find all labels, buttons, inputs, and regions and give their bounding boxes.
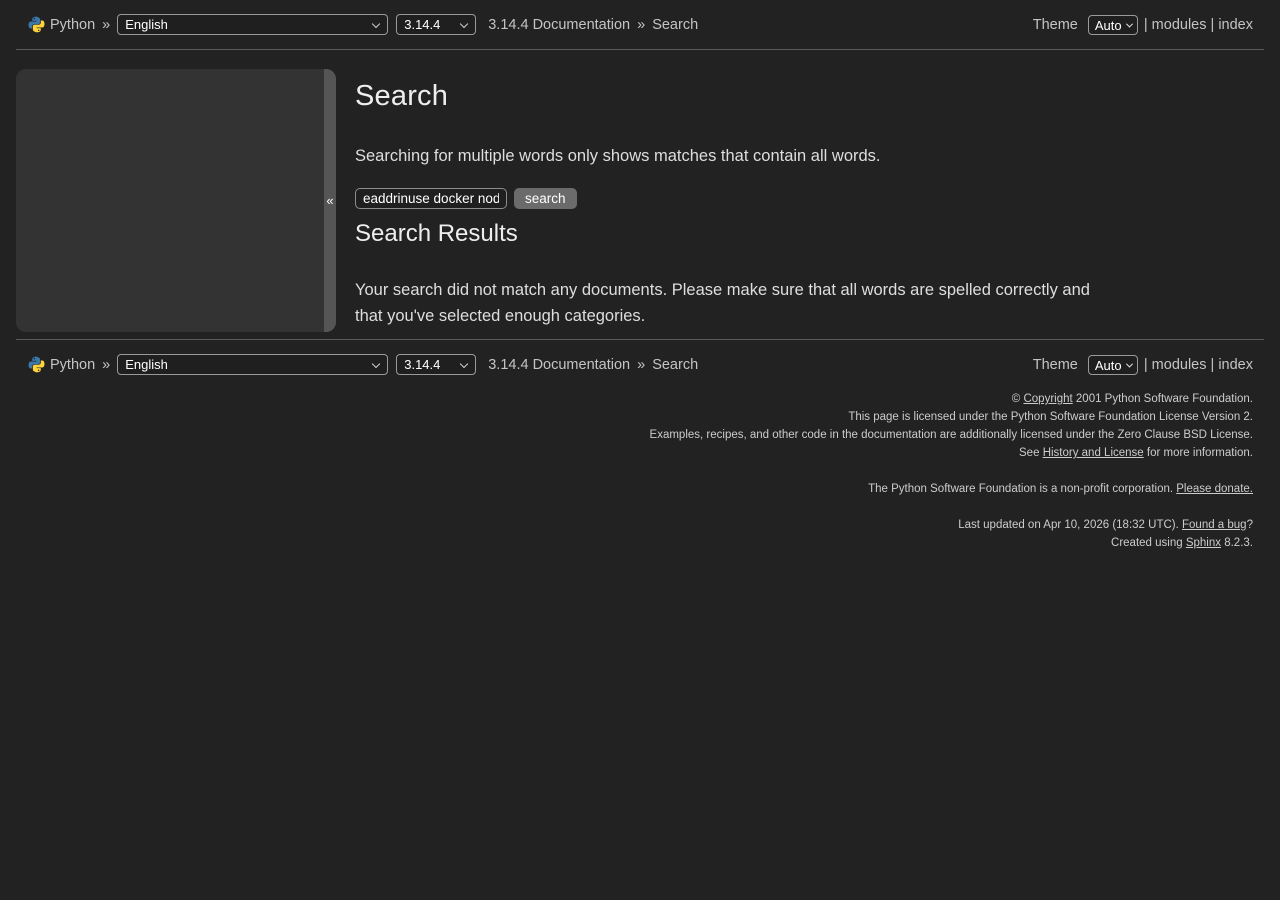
search-form: search xyxy=(355,188,1126,209)
breadcrumb-separator: » xyxy=(102,17,110,33)
results-title: Search Results xyxy=(355,220,1126,248)
language-select[interactable]: English xyxy=(117,14,388,35)
nav-pipe: | xyxy=(1144,357,1148,373)
language-select[interactable]: English xyxy=(117,354,388,375)
bottom-nav-bar: Python » English 3.14.4 3.14.4 Documenta… xyxy=(16,339,1264,389)
documentation-link[interactable]: 3.14.4 Documentation xyxy=(488,17,630,33)
theme-select-wrap: Auto xyxy=(1088,15,1138,35)
brand-link-python[interactable]: Python xyxy=(50,357,95,373)
theme-select[interactable]: Auto xyxy=(1088,15,1138,35)
no-results-message: Your search did not match any documents.… xyxy=(355,277,1117,329)
footer-copyright-line: © Copyright 2001 Python Software Foundat… xyxy=(0,390,1253,408)
sphinx-link[interactable]: Sphinx xyxy=(1186,537,1221,549)
breadcrumb-separator: » xyxy=(637,17,645,33)
footer-license-line: This page is licensed under the Python S… xyxy=(0,408,1253,426)
found-a-bug-link[interactable]: Found a bug xyxy=(1182,519,1247,531)
footer-bsd-line: Examples, recipes, and other code in the… xyxy=(0,426,1253,444)
index-link[interactable]: index xyxy=(1218,17,1253,33)
nav-pipe: | xyxy=(1211,357,1215,373)
top-nav-bar: Python » English 3.14.4 3.14.4 Documenta… xyxy=(16,0,1264,50)
footer-sphinx-line: Created using Sphinx 8.2.3. xyxy=(0,534,1253,552)
document-wrapper: « Search Searching for multiple words on… xyxy=(0,50,1280,339)
history-and-license-link[interactable]: History and License xyxy=(1043,447,1144,459)
documentation-link[interactable]: 3.14.4 Documentation xyxy=(488,357,630,373)
sidebar-collapse-button[interactable]: « xyxy=(324,69,336,332)
version-select[interactable]: 3.14.4 xyxy=(396,14,476,35)
breadcrumb-current-page: Search xyxy=(652,17,698,33)
collapse-chevrons-icon: « xyxy=(326,193,333,208)
theme-select[interactable]: Auto xyxy=(1088,355,1138,375)
theme-label: Theme xyxy=(1033,17,1078,33)
modules-link[interactable]: modules xyxy=(1152,17,1207,33)
footer-gap xyxy=(0,498,1253,516)
main-content: Search Searching for multiple words only… xyxy=(336,50,1126,329)
version-select-wrap: 3.14.4 xyxy=(396,14,476,35)
search-intro-text: Searching for multiple words only shows … xyxy=(355,147,1126,166)
brand-link-python[interactable]: Python xyxy=(50,17,95,33)
language-select-wrap: English xyxy=(117,14,388,35)
footer-psf-line: The Python Software Foundation is a non-… xyxy=(0,480,1253,498)
python-logo-icon xyxy=(28,356,45,373)
nav-pipe: | xyxy=(1211,17,1215,33)
index-link[interactable]: index xyxy=(1218,357,1253,373)
version-select-wrap: 3.14.4 xyxy=(396,354,476,375)
language-select-wrap: English xyxy=(117,354,388,375)
nav-pipe: | xyxy=(1144,17,1148,33)
breadcrumb-separator: » xyxy=(637,357,645,373)
version-select[interactable]: 3.14.4 xyxy=(396,354,476,375)
footer-updated-line: Last updated on Apr 10, 2026 (18:32 UTC)… xyxy=(0,516,1253,534)
modules-link[interactable]: modules xyxy=(1152,357,1207,373)
breadcrumb-current-page: Search xyxy=(652,357,698,373)
donate-link[interactable]: Please donate. xyxy=(1176,483,1253,495)
search-input[interactable] xyxy=(355,188,507,209)
footer: © Copyright 2001 Python Software Foundat… xyxy=(0,390,1280,552)
footer-history-line: See History and License for more informa… xyxy=(0,444,1253,462)
copyright-link[interactable]: Copyright xyxy=(1023,393,1072,405)
page-title: Search xyxy=(355,80,1126,113)
footer-gap xyxy=(0,462,1253,480)
theme-select-wrap: Auto xyxy=(1088,355,1138,375)
theme-label: Theme xyxy=(1033,357,1078,373)
breadcrumb-separator: » xyxy=(102,357,110,373)
python-logo-icon xyxy=(28,16,45,33)
search-button[interactable]: search xyxy=(514,188,577,209)
sidebar: « xyxy=(16,69,336,332)
